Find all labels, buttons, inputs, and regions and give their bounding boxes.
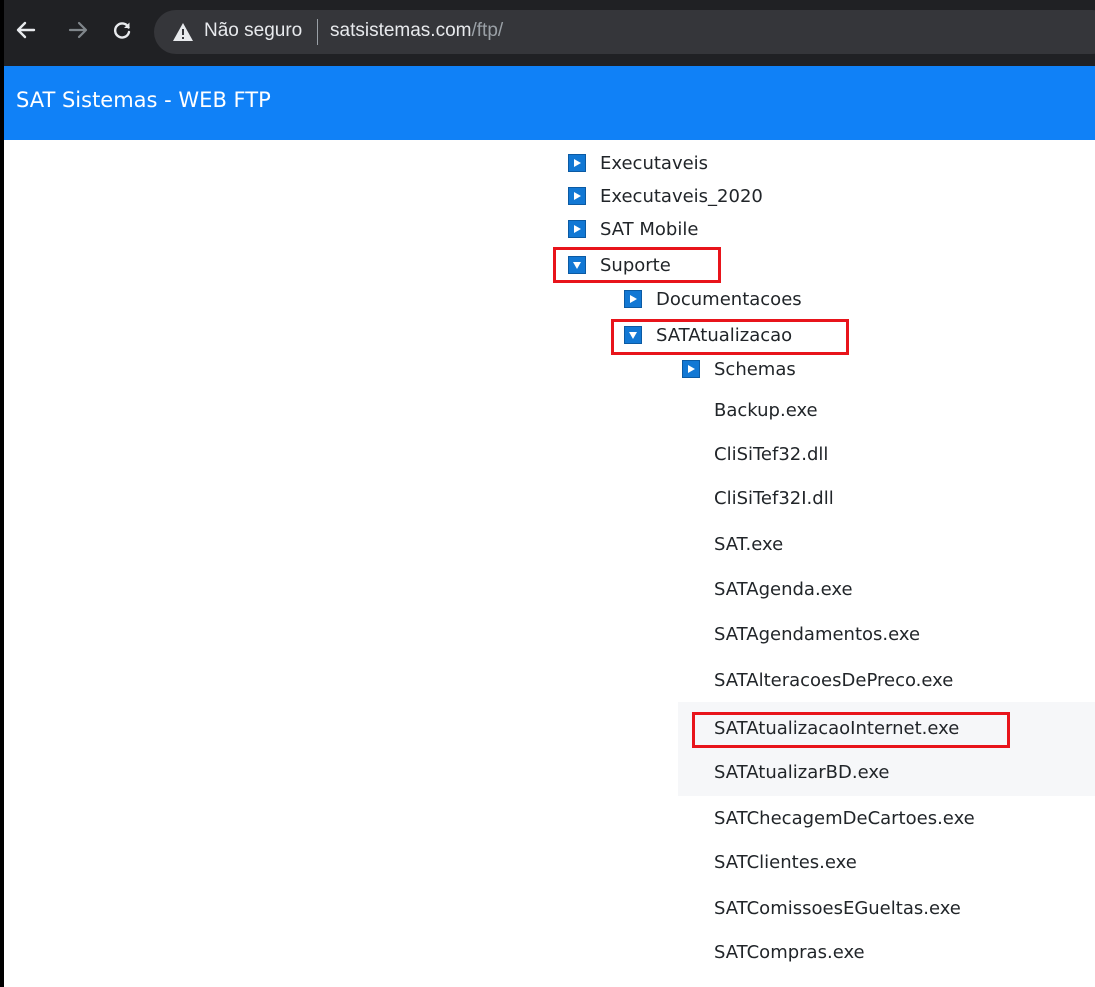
folder-schemas[interactable]: Schemas xyxy=(682,354,796,384)
reload-button[interactable] xyxy=(108,16,136,44)
folder-executaveis[interactable]: Executaveis xyxy=(568,148,708,178)
url-host: satsistemas.com xyxy=(330,20,472,41)
folder-suporte[interactable]: Suporte xyxy=(568,250,671,280)
browser-window: Não seguro satsistemas.com/ftp/ SAT Sist… xyxy=(0,0,1095,987)
reload-icon xyxy=(114,22,131,39)
folder-label: Executaveis_2020 xyxy=(600,185,763,207)
file-item[interactable]: SATAtualizacaoInternet.exe xyxy=(714,706,959,750)
url-text[interactable]: satsistemas.com/ftp/ xyxy=(330,20,503,42)
file-item[interactable]: CliSiTef32.dll xyxy=(714,432,828,476)
folder-label: Schemas xyxy=(714,358,796,380)
expand-arrow-icon[interactable] xyxy=(568,220,586,238)
file-tree: Executaveis Executaveis_2020 SAT Mobile … xyxy=(4,140,1095,987)
file-item[interactable]: SATAgenda.exe xyxy=(714,567,853,611)
url-path: /ftp/ xyxy=(471,20,504,41)
address-bar[interactable]: Não seguro satsistemas.com/ftp/ xyxy=(154,10,1095,54)
forward-arrow-icon xyxy=(68,21,88,39)
expand-arrow-icon[interactable] xyxy=(682,360,700,378)
file-item[interactable]: SATAlteracoesDePreco.exe xyxy=(714,658,953,702)
file-item[interactable]: SATCompras.exe xyxy=(714,930,865,974)
folder-executaveis-2020[interactable]: Executaveis_2020 xyxy=(568,181,763,211)
back-button[interactable] xyxy=(12,16,40,44)
file-item[interactable]: SATAgendamentos.exe xyxy=(714,612,920,656)
security-status-label[interactable]: Não seguro xyxy=(204,20,302,42)
file-item[interactable]: SATChecagemDeCartoes.exe xyxy=(714,796,975,840)
expand-arrow-icon[interactable] xyxy=(624,290,642,308)
folder-label: SATAtualizacao xyxy=(656,324,793,346)
file-item[interactable]: CliSiTef32I.dll xyxy=(714,476,834,520)
address-separator xyxy=(317,19,318,45)
expand-arrow-icon[interactable] xyxy=(568,187,586,205)
browser-toolbar: Não seguro satsistemas.com/ftp/ xyxy=(4,0,1095,66)
folder-documentacoes[interactable]: Documentacoes xyxy=(624,284,802,314)
app-header: SAT Sistemas - WEB FTP xyxy=(4,66,1095,140)
warning-icon xyxy=(173,23,193,41)
folder-satatualizacao[interactable]: SATAtualizacao xyxy=(624,320,792,350)
file-item[interactable]: SATAtualizarBD.exe xyxy=(714,750,890,794)
file-item[interactable]: SAT.exe xyxy=(714,522,783,566)
forward-button[interactable] xyxy=(64,16,92,44)
folder-label: Documentacoes xyxy=(656,288,802,310)
file-item[interactable]: SATComissoesEGueltas.exe xyxy=(714,886,961,930)
file-item[interactable]: Backup.exe xyxy=(714,388,818,432)
folder-label: SAT Mobile xyxy=(600,218,699,240)
back-arrow-icon xyxy=(16,21,36,39)
folder-sat-mobile[interactable]: SAT Mobile xyxy=(568,214,698,244)
folder-label: Executaveis xyxy=(600,152,709,174)
collapse-arrow-icon[interactable] xyxy=(624,326,642,344)
file-item[interactable]: SATClientes.exe xyxy=(714,840,857,884)
collapse-arrow-icon[interactable] xyxy=(568,256,586,274)
expand-arrow-icon[interactable] xyxy=(568,154,586,172)
folder-label: Suporte xyxy=(600,254,671,276)
page-title: SAT Sistemas - WEB FTP xyxy=(16,88,271,112)
